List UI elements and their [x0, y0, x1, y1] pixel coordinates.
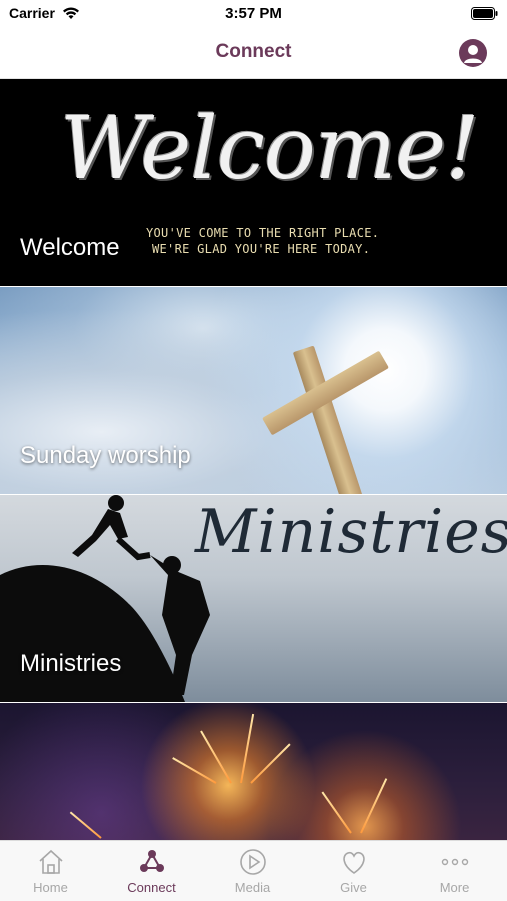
clock: 3:57 PM — [225, 5, 282, 22]
heart-icon — [342, 851, 365, 874]
tab-give[interactable]: Give — [303, 841, 404, 901]
sparkler-image — [172, 757, 217, 784]
tile-ministries[interactable]: Ministries Ministries — [0, 495, 507, 702]
connect-icon — [139, 850, 164, 872]
tile-sunday-worship[interactable]: Sunday worship — [0, 287, 507, 494]
tab-home[interactable]: Home — [0, 841, 101, 901]
welcome-banner-text: Welcome! — [60, 99, 480, 199]
tile-label-welcome: Welcome — [20, 234, 120, 261]
tab-label-media: Media — [234, 880, 271, 895]
tab-media[interactable]: Media — [202, 841, 303, 901]
sparkler-image — [321, 791, 352, 834]
tab-label-connect: Connect — [127, 880, 176, 895]
tab-label-more: More — [439, 880, 470, 895]
sparkler-image — [360, 778, 388, 834]
tile-label-ministries: Ministries — [20, 650, 122, 677]
welcome-subtext-line-1: YOU'VE COME TO THE RIGHT PLACE. — [146, 226, 380, 240]
battery-icon — [471, 7, 498, 20]
play-circle-icon — [239, 849, 266, 875]
page-title: Connect — [215, 41, 292, 62]
sparkler-image — [240, 713, 255, 784]
user-circle-icon — [464, 45, 482, 63]
tile-welcome[interactable]: Welcome! YOU'VE COME TO THE RIGHT PLACE.… — [0, 79, 507, 286]
tab-bar: Home Connect Media Give More — [0, 840, 507, 901]
tile-label-sunday-worship: Sunday worship — [20, 442, 191, 469]
tab-more[interactable]: More — [404, 841, 505, 901]
welcome-subtext-line-2: WE'RE GLAD YOU'RE HERE TODAY. — [152, 242, 371, 256]
tab-connect[interactable]: Connect — [101, 841, 202, 901]
home-icon — [38, 849, 63, 874]
tab-label-give: Give — [340, 880, 367, 895]
welcome-banner-subtext: YOU'VE COME TO THE RIGHT PLACE. WE'RE GL… — [146, 225, 379, 257]
tile-sparklers[interactable] — [0, 703, 507, 840]
more-dots-icon — [441, 858, 468, 866]
status-bar: Carrier 3:57 PM — [0, 0, 507, 28]
sparkler-image — [250, 743, 291, 784]
navigation-bar: Connect — [0, 28, 507, 79]
connect-feed[interactable]: Welcome! YOU'VE COME TO THE RIGHT PLACE.… — [0, 79, 507, 840]
tab-label-home: Home — [33, 880, 68, 895]
sparkler-image — [69, 811, 102, 839]
ministries-banner-text: Ministries — [195, 497, 507, 567]
profile-button[interactable] — [459, 39, 487, 67]
